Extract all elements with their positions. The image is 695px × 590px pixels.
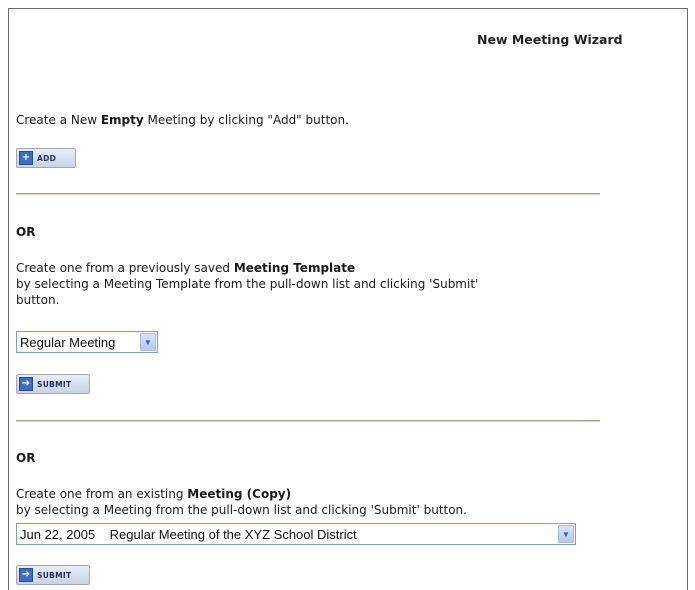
add-button[interactable]: + ADD — [16, 148, 76, 168]
divider-1 — [16, 193, 600, 195]
empty-meeting-instruction: Create a New Empty Meeting by clicking "… — [16, 113, 349, 127]
existing-meeting-select[interactable]: Jun 22, 2005 Regular Meeting of the XYZ … — [16, 523, 576, 545]
chevron-down-icon[interactable]: ▼ — [140, 333, 156, 351]
chevron-down-icon[interactable]: ▼ — [558, 525, 574, 543]
empty-text-bold: Empty — [100, 113, 144, 127]
template-text-pre: Create one from a previously saved — [16, 261, 234, 275]
or-label-2: OR — [16, 451, 36, 465]
or-label-1: OR — [16, 225, 36, 239]
divider-2 — [16, 420, 600, 422]
template-text-bold: Meeting Template — [233, 261, 356, 275]
existing-meeting-select-value: Jun 22, 2005 Regular Meeting of the XYZ … — [20, 526, 357, 542]
submit-arrow-icon: ➔ — [19, 568, 33, 582]
plus-icon: + — [19, 151, 33, 165]
copy-submit-button[interactable]: ➔ SUBMIT — [16, 565, 90, 585]
page-title: New Meeting Wizard — [477, 32, 623, 47]
copy-text-bold: Meeting (Copy) — [187, 487, 292, 501]
submit-arrow-icon: ➔ — [19, 377, 33, 391]
meeting-template-select-value: Regular Meeting — [20, 334, 116, 350]
empty-text-post: Meeting by clicking "Add" button. — [143, 113, 349, 127]
template-submit-button[interactable]: ➔ SUBMIT — [16, 374, 90, 394]
empty-text-pre: Create a New — [16, 113, 101, 127]
template-instruction-line1: Create one from a previously saved Meeti… — [16, 261, 355, 275]
copy-text-pre: Create one from an existing — [16, 487, 188, 501]
copy-instruction-line1: Create one from an existing Meeting (Cop… — [16, 487, 291, 501]
template-instruction-line3: button. — [16, 293, 60, 307]
copy-submit-label: SUBMIT — [37, 570, 72, 580]
template-submit-label: SUBMIT — [37, 379, 72, 389]
meeting-template-select[interactable]: Regular Meeting ▼ — [16, 331, 158, 353]
copy-instruction-line2: by selecting a Meeting from the pull-dow… — [16, 503, 467, 517]
add-button-label: ADD — [37, 153, 57, 163]
template-instruction-line2: by selecting a Meeting Template from the… — [16, 277, 479, 291]
